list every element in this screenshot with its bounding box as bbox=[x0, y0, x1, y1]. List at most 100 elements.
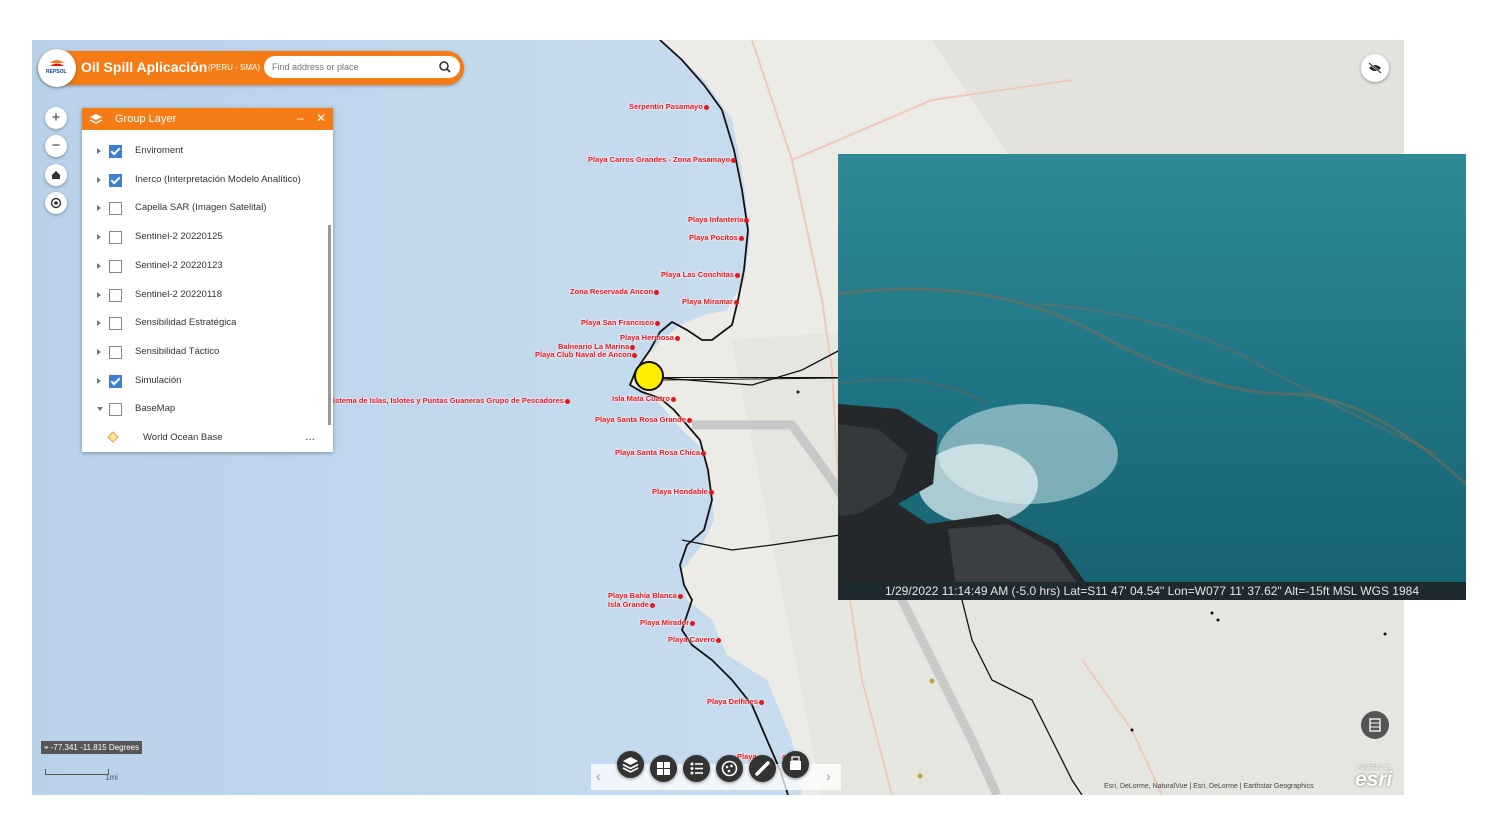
photo-caption: 1/29/2022 11:14:49 AM (-5.0 hrs) Lat=S11… bbox=[838, 582, 1466, 600]
place-label[interactable]: Playa Pocitos bbox=[689, 233, 744, 242]
place-label[interactable]: Playa Miramar bbox=[682, 297, 739, 306]
visibility-toggle-button[interactable] bbox=[1361, 54, 1389, 82]
home-button[interactable] bbox=[45, 164, 67, 186]
layer-checkbox[interactable] bbox=[109, 231, 122, 245]
chevron-right-icon[interactable] bbox=[97, 148, 101, 154]
layer-checkbox[interactable] bbox=[109, 145, 122, 158]
layer-row[interactable]: BaseMap bbox=[82, 396, 327, 424]
place-label[interactable]: Playa Carros Grandes - Zona Pasamayo bbox=[588, 155, 737, 164]
place-label[interactable]: Isla Grande bbox=[608, 600, 655, 609]
place-label[interactable]: Playa Mirador bbox=[640, 618, 696, 627]
chevron-right-icon[interactable] bbox=[97, 234, 101, 241]
search-box bbox=[264, 56, 460, 78]
layer-checkbox[interactable] bbox=[109, 259, 122, 273]
place-label[interactable]: Playa Delfines bbox=[707, 697, 764, 706]
layer-checkbox[interactable] bbox=[109, 288, 122, 302]
search-input[interactable] bbox=[270, 58, 434, 76]
selected-point-marker[interactable] bbox=[634, 361, 664, 391]
analysis-button[interactable] bbox=[716, 755, 743, 782]
layer-row[interactable]: Sentinel-2 20220123 bbox=[82, 253, 327, 281]
chevron-down-icon[interactable] bbox=[97, 407, 103, 412]
place-name: Serpentín Pasamayo bbox=[629, 102, 703, 111]
measure-button[interactable] bbox=[749, 755, 776, 782]
place-label[interactable]: Isla Mata Cuatro bbox=[612, 394, 676, 403]
layer-checkbox[interactable] bbox=[109, 202, 122, 216]
place-label[interactable]: Playa Cavero bbox=[668, 635, 722, 644]
place-name: Playa Delfines bbox=[707, 697, 758, 706]
place-dot-icon bbox=[703, 104, 709, 110]
layer-row[interactable]: Simulación bbox=[82, 368, 327, 396]
layer-checkbox[interactable] bbox=[109, 374, 122, 388]
repsol-logo: REPSOL bbox=[38, 49, 76, 87]
layer-row[interactable]: Enviroment bbox=[82, 138, 327, 166]
place-name: Playa Mirador bbox=[640, 618, 690, 627]
layer-row[interactable]: Sentinel-2 20220125 bbox=[82, 224, 327, 252]
place-label[interactable]: Playa Hondable bbox=[652, 487, 714, 496]
dock-prev-button[interactable]: ‹ bbox=[596, 768, 601, 784]
locate-button[interactable] bbox=[45, 192, 67, 214]
scale-bar bbox=[45, 769, 109, 775]
layer-row[interactable]: Capella SAR (Imagen Satelital) bbox=[82, 195, 327, 223]
place-label[interactable]: Playa Bahía Blanca bbox=[608, 591, 683, 600]
chevron-right-icon[interactable] bbox=[97, 176, 101, 183]
minimize-button[interactable]: – bbox=[297, 111, 304, 125]
layer-label: Simulación bbox=[135, 374, 182, 386]
layer-checkbox[interactable] bbox=[109, 345, 122, 359]
crosshair-icon: ⌖ bbox=[44, 743, 51, 752]
table-button[interactable] bbox=[1361, 711, 1389, 739]
layer-row[interactable]: Sentinel-2 20220118 bbox=[82, 282, 327, 310]
zoom-out-button[interactable]: − bbox=[45, 135, 67, 157]
eye-off-icon bbox=[1368, 62, 1382, 74]
place-name: Playa Santa Rosa Chica bbox=[615, 448, 701, 457]
place-label[interactable]: Playa Santa Rosa Chica bbox=[615, 448, 707, 457]
place-label[interactable]: Playa Santa Rosa Grande bbox=[595, 415, 692, 424]
filter-icon bbox=[721, 760, 738, 777]
chevron-right-icon[interactable] bbox=[97, 262, 101, 269]
basemap-symbol-icon bbox=[107, 431, 119, 443]
place-dot-icon bbox=[744, 217, 750, 223]
place-label[interactable]: Playa San Francisco bbox=[581, 318, 660, 327]
basemap-gallery-button[interactable] bbox=[650, 755, 677, 782]
place-name: Zona Reservada Ancon bbox=[570, 287, 654, 296]
layer-list-button[interactable] bbox=[617, 751, 644, 778]
legend-button[interactable] bbox=[683, 755, 710, 782]
place-label[interactable]: Playa Club Naval de Ancon bbox=[535, 350, 638, 359]
place-label[interactable]: Zona Reservada Ancon bbox=[570, 287, 660, 296]
place-name: Isla Mata Cuatro bbox=[612, 394, 670, 403]
layer-label: Sentinel-2 20220118 bbox=[135, 288, 222, 300]
layer-row-world-ocean-base[interactable]: World Ocean Base ... bbox=[82, 429, 327, 447]
print-button[interactable] bbox=[782, 751, 809, 778]
chevron-right-icon[interactable] bbox=[97, 320, 101, 327]
close-button[interactable]: ✕ bbox=[316, 111, 326, 125]
place-dot-icon bbox=[758, 699, 764, 705]
chevron-right-icon[interactable] bbox=[97, 291, 101, 298]
layer-row[interactable]: Sensibilidad Estratégica bbox=[82, 310, 327, 338]
layer-row[interactable]: Inerco (Interpretación Modelo Analítico) bbox=[82, 167, 327, 195]
layer-checkbox[interactable] bbox=[109, 317, 122, 331]
layer-label: Sentinel-2 20220123 bbox=[135, 259, 223, 271]
layer-label: Sentinel-2 20220125 bbox=[135, 231, 223, 243]
place-dot-icon bbox=[731, 157, 737, 163]
place-dot-icon bbox=[734, 272, 740, 278]
place-label[interactable]: Playa Infantería bbox=[688, 215, 750, 224]
layer-label: Enviroment bbox=[135, 145, 184, 156]
place-name: Playa Carros Grandes - Zona Pasamayo bbox=[588, 155, 731, 164]
chevron-right-icon[interactable] bbox=[97, 205, 101, 212]
place-dot-icon bbox=[564, 398, 570, 404]
more-options-button[interactable]: ... bbox=[305, 429, 315, 443]
layer-row[interactable]: Sensibilidad Táctico bbox=[82, 339, 327, 367]
chevron-right-icon[interactable] bbox=[97, 377, 101, 384]
zoom-in-button[interactable]: + bbox=[45, 107, 67, 129]
group-layer-panel: Group Layer – ✕ Enviroment Inerco (Interp… bbox=[82, 108, 333, 452]
dock-next-button[interactable]: › bbox=[826, 768, 831, 784]
layer-checkbox[interactable] bbox=[109, 403, 122, 417]
layer-checkbox[interactable] bbox=[109, 173, 122, 187]
search-button[interactable] bbox=[434, 58, 456, 76]
place-dot-icon bbox=[670, 396, 676, 402]
place-label[interactable]: istema de Islas, Islotes y Puntas Guaner… bbox=[333, 396, 570, 405]
panel-scrollbar[interactable] bbox=[328, 225, 331, 425]
place-label[interactable]: Serpentín Pasamayo bbox=[629, 102, 709, 111]
place-label[interactable]: Playa Las Conchitas bbox=[661, 270, 740, 279]
chevron-right-icon[interactable] bbox=[97, 348, 101, 355]
place-label[interactable]: Playa Hermosa bbox=[620, 333, 680, 342]
